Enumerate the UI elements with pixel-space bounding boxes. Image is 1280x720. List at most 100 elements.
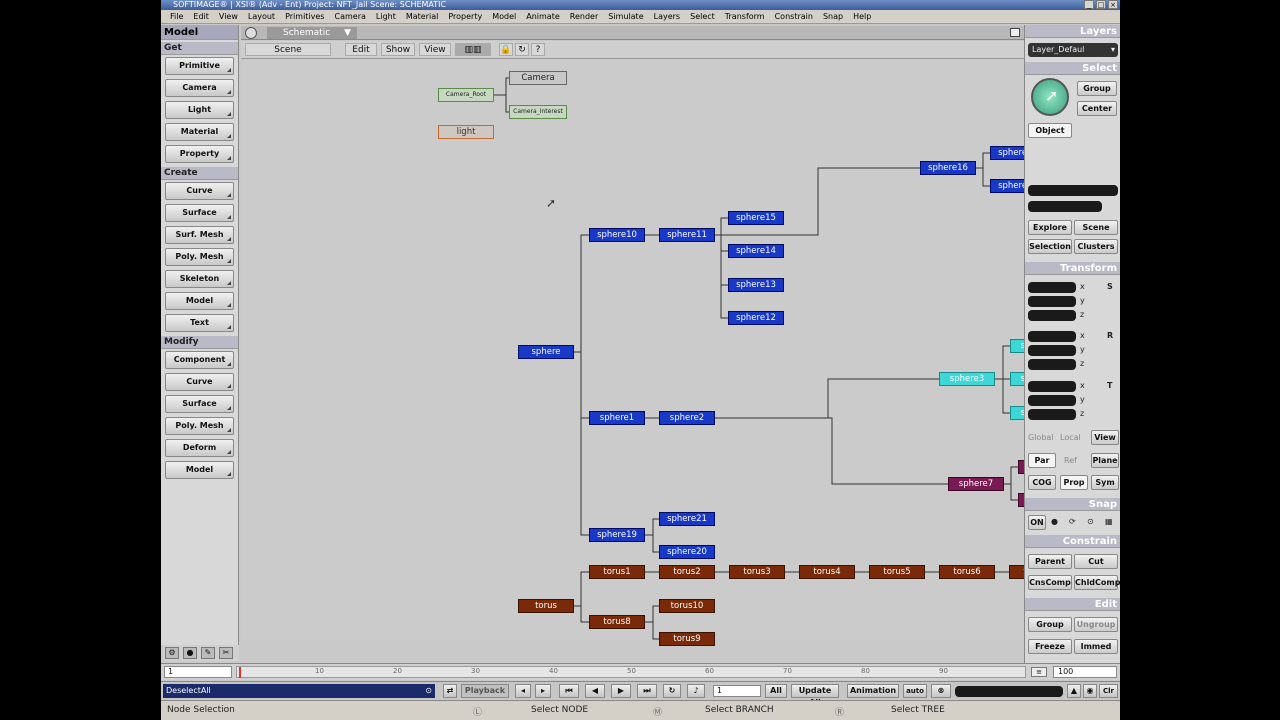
menu-simulate[interactable]: Simulate (603, 10, 648, 24)
node-sphere1[interactable]: sphere1 (589, 411, 645, 425)
ref-toggle[interactable]: Ref (1064, 456, 1077, 465)
show-menu[interactable]: Show (381, 43, 415, 56)
node-camera-root[interactable]: Camera_Root (438, 88, 494, 102)
lock-icon[interactable]: 🔒 (499, 43, 513, 56)
end-frame-field[interactable]: 100 (1053, 666, 1117, 678)
help-icon[interactable]: ? (531, 43, 545, 56)
menu-layers[interactable]: Layers (649, 10, 685, 24)
update-all-button[interactable]: Update All (791, 684, 839, 707)
scale-z-field[interactable] (1028, 310, 1076, 321)
modify-deform-button[interactable]: Deform (165, 439, 234, 457)
rotate-x-field[interactable] (1028, 331, 1076, 342)
node-sphere2[interactable]: sphere2 (659, 411, 715, 425)
set-key-icon[interactable]: ▲ (1067, 684, 1081, 698)
chldcomp-button[interactable]: ChldComp (1074, 575, 1120, 590)
cut-button[interactable]: Cut (1074, 554, 1118, 569)
node-sphere3[interactable]: sphere3 (939, 372, 995, 386)
node-torus4[interactable]: torus4 (799, 565, 855, 579)
close-button[interactable]: × (1108, 0, 1118, 9)
selection-tool-icon[interactable]: ⚙ (165, 647, 179, 659)
get-primitive-button[interactable]: Primitive (165, 57, 234, 75)
menu-file[interactable]: File (165, 10, 188, 24)
node-torus9[interactable]: torus9 (659, 632, 715, 646)
layout-grid-icon[interactable]: ▥▥ (455, 43, 491, 56)
refresh-icon[interactable]: ↻ (515, 43, 529, 56)
prev-key-icon[interactable]: ◂ (515, 684, 531, 698)
create-poly-mesh-button[interactable]: Poly. Mesh (165, 248, 234, 266)
menu-animate[interactable]: Animate (521, 10, 565, 24)
node-sphere11[interactable]: sphere11 (659, 228, 715, 242)
group-edit-button[interactable]: Group (1028, 617, 1072, 632)
scale-icon[interactable]: S (1107, 282, 1113, 291)
timeline-ruler[interactable]: 10 20 30 40 50 60 70 80 90 (236, 666, 1026, 678)
key-icon[interactable]: ⊗ (931, 684, 951, 698)
audio-icon[interactable]: ♪ (687, 684, 705, 698)
node-sphere15[interactable]: sphere15 (728, 211, 784, 225)
node-sphere[interactable]: sphere (518, 345, 574, 359)
get-property-button[interactable]: Property (165, 145, 234, 163)
last-frame-icon[interactable]: ⏭ (637, 684, 657, 698)
node-torus10[interactable]: torus10 (659, 599, 715, 613)
animation-menu[interactable]: Animation (847, 684, 899, 698)
layer-selector[interactable]: Layer_Defaul ▾ (1028, 43, 1118, 57)
menu-view[interactable]: View (214, 10, 243, 24)
playhead[interactable] (239, 667, 241, 678)
global-toggle[interactable]: Global (1028, 433, 1054, 442)
play-backward-icon[interactable]: ◀ (585, 684, 605, 698)
first-frame-icon[interactable]: ⏮ (559, 684, 579, 698)
get-light-button[interactable]: Light (165, 101, 234, 119)
center-button[interactable]: Center (1077, 101, 1117, 116)
get-camera-button[interactable]: Camera (165, 79, 234, 97)
cog-toggle[interactable]: COG (1028, 475, 1056, 490)
translate-y-field[interactable] (1028, 395, 1076, 406)
create-curve-button[interactable]: Curve (165, 182, 234, 200)
snap-curve-icon[interactable]: ⟳ (1069, 517, 1076, 526)
prop-toggle[interactable]: Prop (1060, 475, 1088, 490)
animation-slider[interactable] (955, 686, 1063, 697)
modify-model-button[interactable]: Model (165, 461, 234, 479)
current-frame-field[interactable]: 1 (713, 685, 761, 697)
node-torus3[interactable]: torus3 (729, 565, 785, 579)
node-light[interactable]: light (438, 125, 494, 139)
auto-key-button[interactable]: auto (903, 684, 927, 698)
select-arrow-icon[interactable]: ➚ (1031, 78, 1069, 116)
maximize-viewport-icon[interactable] (1010, 28, 1020, 37)
translate-icon[interactable]: T (1107, 381, 1112, 390)
menu-material[interactable]: Material (401, 10, 444, 24)
brush-tool-icon[interactable]: ✎ (201, 647, 215, 659)
translate-z-field[interactable] (1028, 409, 1076, 420)
command-line[interactable]: DeselectAll ⊙ (163, 684, 435, 698)
menu-property[interactable]: Property (443, 10, 487, 24)
menu-snap[interactable]: Snap (818, 10, 848, 24)
menu-edit[interactable]: Edit (188, 10, 214, 24)
parent-button[interactable]: Parent (1028, 554, 1072, 569)
plane-toggle[interactable]: Plane (1091, 453, 1119, 468)
next-key-icon[interactable]: ▸ (535, 684, 551, 698)
node-torus2[interactable]: torus2 (659, 565, 715, 579)
toolbar-title[interactable]: Model (161, 25, 238, 40)
get-material-button[interactable]: Material (165, 123, 234, 141)
snap-point-icon[interactable]: ● (1051, 517, 1058, 526)
loop-icon[interactable]: ↻ (663, 684, 681, 698)
node-sphere10[interactable]: sphere10 (589, 228, 645, 242)
rotate-icon[interactable]: R (1107, 331, 1113, 340)
create-surface-button[interactable]: Surface (165, 204, 234, 222)
rotate-y-field[interactable] (1028, 345, 1076, 356)
menu-primitives[interactable]: Primitives (280, 10, 329, 24)
modify-curve-button[interactable]: Curve (165, 373, 234, 391)
node-sphere12[interactable]: sphere12 (728, 311, 784, 325)
menu-render[interactable]: Render (565, 10, 603, 24)
paint-tool-icon[interactable]: ● (183, 647, 197, 659)
node-torus1[interactable]: torus1 (589, 565, 645, 579)
snap-surface-icon[interactable]: ⊙ (1087, 517, 1094, 526)
translate-x-field[interactable] (1028, 381, 1076, 392)
minimize-button[interactable]: _ (1084, 0, 1094, 9)
selection-button[interactable]: Selection (1028, 239, 1072, 254)
immed-button[interactable]: Immed (1074, 639, 1118, 654)
modify-component-button[interactable]: Component (165, 351, 234, 369)
play-forward-icon[interactable]: ▶ (611, 684, 631, 698)
group-button[interactable]: Group (1077, 81, 1117, 96)
schematic-canvas[interactable]: Camera Camera_Root Camera_Interest light… (241, 60, 1074, 646)
local-toggle[interactable]: Local (1060, 433, 1081, 442)
node-sphere20[interactable]: sphere20 (659, 545, 715, 559)
